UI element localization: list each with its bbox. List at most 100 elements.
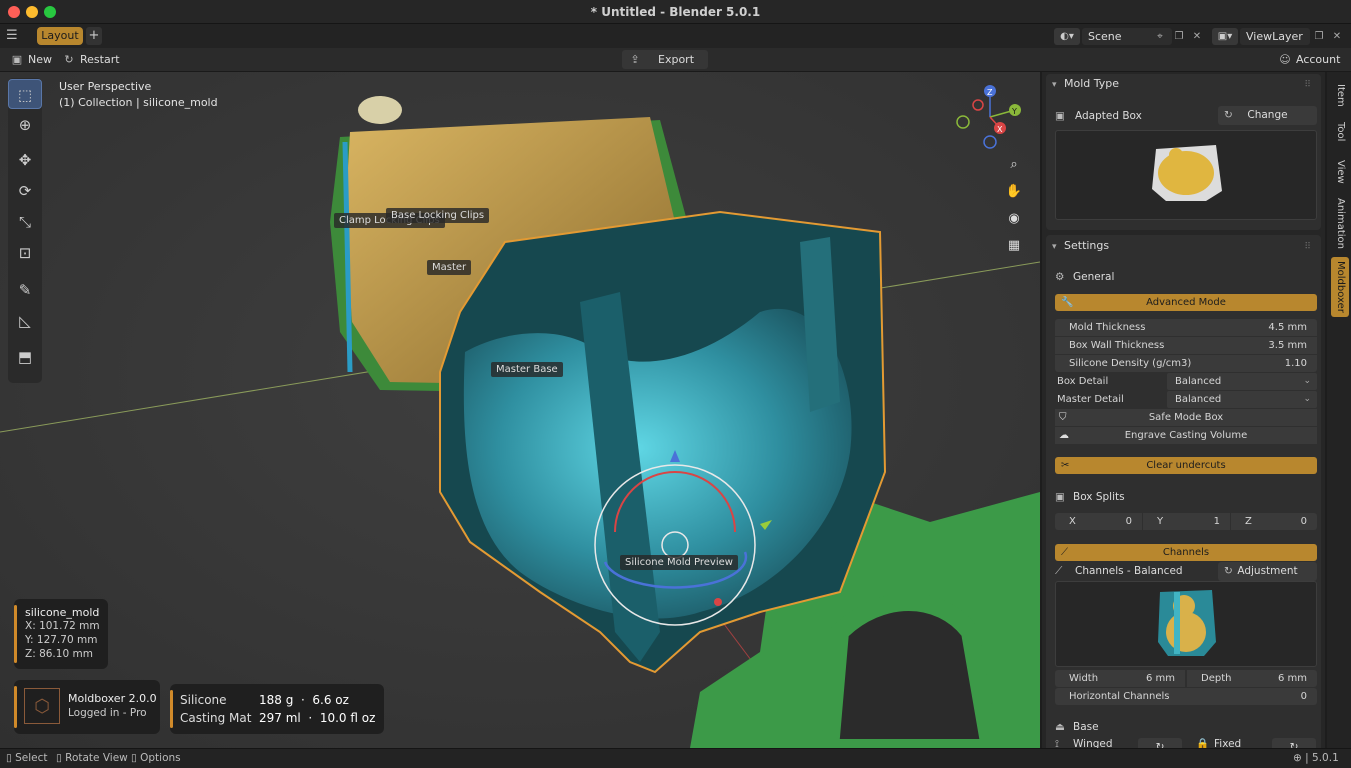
scene-selector-icon[interactable]: ◐▾: [1054, 28, 1080, 45]
box-detail-select[interactable]: Balanced ⌄: [1167, 373, 1317, 390]
ortho-grid-icon[interactable]: ▦: [1004, 236, 1024, 256]
zoom-icon[interactable]: ⌕: [1004, 155, 1024, 175]
drag-grip-icon[interactable]: ⠿: [1304, 80, 1311, 90]
change-mold-type-button[interactable]: ↻ Change: [1218, 106, 1317, 125]
tab-animation[interactable]: Animation: [1331, 196, 1349, 250]
duplicate-view-layer-icon[interactable]: ❐: [1312, 28, 1326, 45]
safe-mode-box-toggle[interactable]: ⛉ Safe Mode Box: [1055, 409, 1317, 426]
pin-icon[interactable]: ⌖: [1153, 28, 1167, 45]
adjustment-button[interactable]: ↻ Adjustment: [1218, 562, 1317, 581]
scale-tool[interactable]: ⤡: [8, 207, 42, 237]
master-label: Master: [427, 260, 472, 275]
remove-view-layer-icon[interactable]: ✕: [1330, 28, 1344, 45]
move-tool[interactable]: ✥: [8, 145, 42, 175]
3d-viewport[interactable]: Z Y X User Perspective (1) Collection | …: [0, 72, 1040, 748]
fixed-refresh-button[interactable]: ↻: [1272, 738, 1316, 748]
new-file-icon: ▣: [11, 53, 23, 66]
viewport-perspective-label: User Perspective: [59, 80, 152, 93]
annotate-tool[interactable]: ✎: [8, 275, 42, 305]
nav-gizmo-y-label: Y: [1011, 107, 1017, 116]
duplicate-scene-icon[interactable]: ❐: [1172, 28, 1186, 45]
channels-mode-label: ⟋ Channels - Balanced: [1055, 562, 1215, 581]
sidebar-panel: ▾ Mold Type ⠿ ▣ Adapted Box ↻ Change ▾ Setti…: [1042, 72, 1325, 748]
new-button[interactable]: ▣ New: [10, 51, 52, 69]
pencil-icon: ✎: [18, 281, 32, 299]
account-button[interactable]: ☺ Account: [1278, 51, 1340, 69]
refresh-icon: ↻: [1224, 565, 1233, 577]
cube-icon: ⬒: [17, 348, 33, 366]
scale-icon: ⤡: [18, 213, 31, 231]
box-splits-header: ▣ Box Splits: [1055, 487, 1125, 507]
restart-icon: ↻: [64, 53, 74, 66]
view-layer-selector-icon[interactable]: ▣▾: [1212, 28, 1238, 45]
add-workspace-button[interactable]: +: [86, 27, 102, 45]
view-layer-name-field[interactable]: ViewLayer: [1240, 28, 1310, 45]
wings-icon: ⟟: [1055, 738, 1059, 748]
settings-panel: ▾ Settings ⠿ ⚙ General 🔧 Advanced Mode Mold…: [1046, 235, 1321, 748]
restart-button[interactable]: ↻ Restart: [62, 51, 119, 69]
channel-shape-icon: ⟋: [1055, 565, 1063, 577]
status-bar: ▯ Select ▯ Rotate View ▯ Options ⊕ | 5.0…: [0, 748, 1351, 768]
refresh-icon: ↻: [1155, 741, 1165, 748]
menu-icon[interactable]: ☰: [6, 29, 20, 43]
material-info-box: Silicone 188 g · 6.6 oz Casting Mat 297 …: [170, 684, 384, 734]
remove-scene-icon[interactable]: ✕: [1190, 28, 1204, 45]
silicone-mold-preview-label: Silicone Mold Preview: [620, 555, 738, 570]
title-bar: * Untitled - Blender 5.0.1: [0, 0, 1351, 24]
select-box-tool[interactable]: ⬚: [8, 79, 42, 109]
transform-tool[interactable]: ⊡: [8, 238, 42, 268]
mold-thickness-field[interactable]: Mold Thickness 4.5 mm: [1055, 319, 1317, 336]
add-cube-tool[interactable]: ⬒: [8, 342, 42, 372]
lock-icon: 🔒: [1196, 738, 1210, 748]
channels-toggle[interactable]: ⟋ Channels: [1055, 544, 1317, 561]
winged-refresh-button[interactable]: ↻: [1138, 738, 1182, 748]
mold-type-panel: ▾ Mold Type ⠿ ▣ Adapted Box ↻ Change: [1046, 74, 1321, 230]
tab-tool[interactable]: Tool: [1331, 116, 1349, 148]
drop-icon: ☁: [1059, 430, 1069, 441]
channel-depth-field[interactable]: Depth 6 mm: [1187, 670, 1317, 687]
drag-grip-icon[interactable]: ⠿: [1304, 242, 1311, 252]
clear-undercuts-button[interactable]: ✂ Clear undercuts: [1055, 457, 1317, 474]
advanced-mode-toggle[interactable]: 🔧 Advanced Mode: [1055, 294, 1317, 311]
pan-hand-icon[interactable]: ✋: [1004, 182, 1024, 202]
tab-view[interactable]: View: [1331, 154, 1349, 190]
object-x: X: 101.72 mm: [25, 620, 100, 632]
sliders-icon: ⚙: [1055, 271, 1065, 283]
viewport-collection-label: (1) Collection | silicone_mold: [59, 96, 218, 109]
general-section-header: ⚙ General: [1055, 267, 1114, 287]
addon-status: Logged in - Pro: [68, 707, 147, 719]
split-y-field[interactable]: Y1: [1143, 513, 1230, 530]
tab-moldboxer[interactable]: Moldboxer: [1331, 257, 1349, 317]
silicone-density-field[interactable]: Silicone Density (g/cm3) 1.10: [1055, 355, 1317, 372]
casting-value: 297 ml · 10.0 fl oz: [259, 711, 376, 725]
rotate-tool[interactable]: ⟳: [8, 176, 42, 206]
measure-tool[interactable]: ◺: [8, 306, 42, 336]
nav-gizmo-z-label: Z: [987, 88, 993, 97]
settings-header[interactable]: ▾ Settings: [1052, 236, 1109, 256]
engrave-casting-volume-toggle[interactable]: ☁ Engrave Casting Volume: [1055, 427, 1317, 444]
split-x-field[interactable]: X0: [1055, 513, 1142, 530]
channel-width-field[interactable]: Width 6 mm: [1055, 670, 1185, 687]
winged-option[interactable]: ⟟ Winged: [1055, 734, 1113, 748]
export-button[interactable]: ⇪ Export: [622, 50, 708, 69]
header-toolbar: ▣ New ↻ Restart ⇪ Export ☺ Account: [0, 48, 1351, 72]
chevron-down-icon: ⌄: [1303, 394, 1311, 404]
fixed-option[interactable]: 🔒 Fixed: [1196, 734, 1241, 748]
mouse-right-icon: ▯: [131, 752, 137, 764]
erase-icon: ✂: [1061, 460, 1070, 471]
box-wall-thickness-field[interactable]: Box Wall Thickness 3.5 mm: [1055, 337, 1317, 354]
split-z-field[interactable]: Z0: [1231, 513, 1317, 530]
channels-preview: [1055, 581, 1317, 667]
camera-view-icon[interactable]: ◉: [1004, 209, 1024, 229]
gizmo-x-handle[interactable]: [714, 598, 722, 606]
tab-item[interactable]: Item: [1331, 78, 1349, 112]
master-detail-row: Master Detail Balanced ⌄: [1055, 391, 1317, 408]
horizontal-channels-field[interactable]: Horizontal Channels 0: [1055, 688, 1317, 705]
master-detail-select[interactable]: Balanced ⌄: [1167, 391, 1317, 408]
cursor-tool[interactable]: ⊕: [8, 110, 42, 140]
object-dimensions-box: silicone_mold X: 101.72 mm Y: 127.70 mm …: [14, 599, 108, 669]
tab-layout[interactable]: Layout: [37, 27, 83, 45]
mold-type-header[interactable]: ▾ Mold Type: [1052, 74, 1119, 94]
rotate-icon: ⟳: [18, 182, 32, 200]
mold-type-name: ▣ Adapted Box: [1055, 106, 1215, 126]
